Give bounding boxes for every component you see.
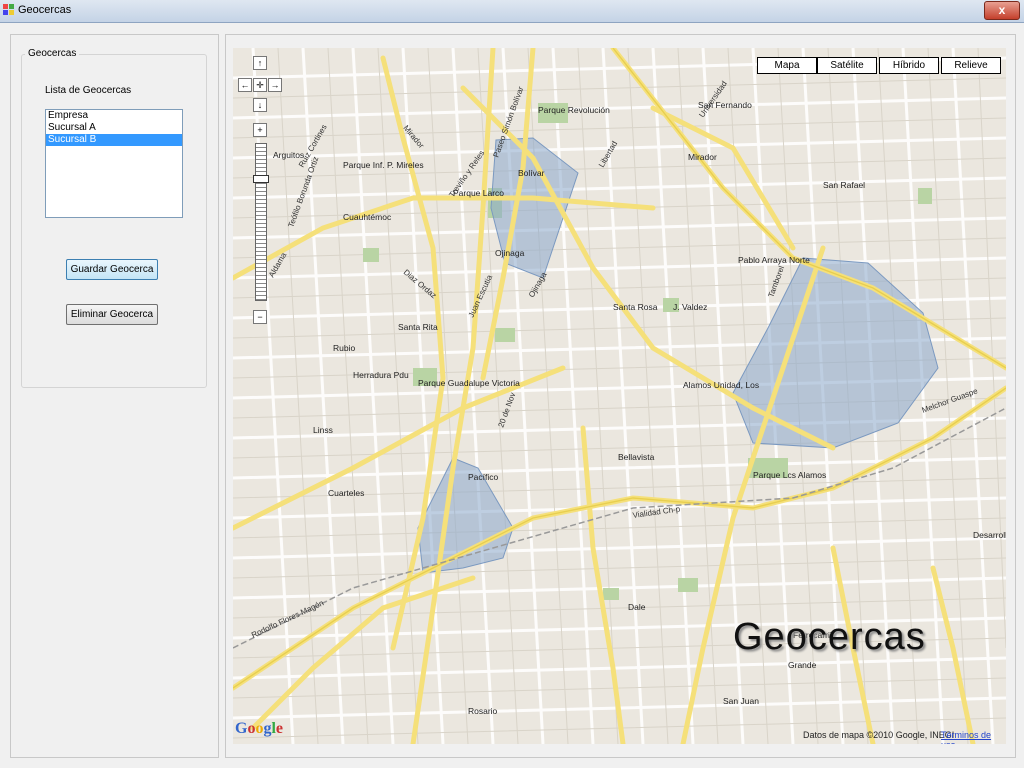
map-type-satelite-button[interactable]: Satélite xyxy=(817,57,877,74)
window-title: Geocercas xyxy=(18,4,72,16)
list-item[interactable]: Sucursal A xyxy=(46,122,182,134)
map-place-label: Mirador xyxy=(688,152,717,162)
pan-left-icon[interactable]: ← xyxy=(238,78,252,92)
map-place-label: Rosario xyxy=(468,706,498,716)
map-place-label: Parque Lcs Alamos xyxy=(753,470,826,480)
delete-geofence-button[interactable]: Eliminar Geocerca xyxy=(66,304,158,325)
terms-of-use-link[interactable]: Términos de uso xyxy=(941,730,1006,744)
map-type-mapa-button[interactable]: Mapa xyxy=(757,57,817,74)
map-place-label: Pacífico xyxy=(468,472,499,482)
map-place-label: San Juan xyxy=(723,696,759,706)
map-place-label: Santa Rita xyxy=(398,322,438,332)
window-titlebar: Geocercas x xyxy=(0,0,1024,23)
geocercas-watermark: Geocercas xyxy=(733,616,926,658)
pan-up-icon[interactable]: ↑ xyxy=(253,56,267,70)
map-place-label: Parque Revolución xyxy=(538,105,610,115)
list-item[interactable]: Empresa xyxy=(46,110,182,122)
map-place-label: J. Valdez xyxy=(673,302,707,312)
zoom-in-icon[interactable]: + xyxy=(253,123,267,137)
close-button[interactable]: x xyxy=(984,1,1020,20)
list-item-selected[interactable]: Sucursal B xyxy=(46,134,182,146)
map-place-label: Desarrollo Urbano xyxy=(973,530,1006,540)
geofence-list-label: Lista de Geocercas xyxy=(45,85,132,96)
map-place-label: Parque Inf. P. Mireles xyxy=(343,160,424,170)
zoom-out-icon[interactable]: − xyxy=(253,310,267,324)
pan-center-icon[interactable]: ✛ xyxy=(253,78,267,92)
map-place-label: San Rafael xyxy=(823,180,865,190)
map-type-hibrido-button[interactable]: Híbrido xyxy=(879,57,939,74)
map-place-label: Grande xyxy=(788,660,817,670)
map-place-label: Dale xyxy=(628,602,646,612)
map-view[interactable]: Bolívar Parque Revolución Parque Larco Ojin… xyxy=(233,48,1006,744)
map-place-label: Bolívar xyxy=(518,168,545,178)
zoom-slider-track[interactable] xyxy=(255,143,267,301)
map-copyright: Datos de mapa ©2010 Google, INEGI xyxy=(803,730,955,740)
map-place-label: Rubio xyxy=(333,343,355,353)
geocercas-groupbox xyxy=(21,54,207,388)
pan-down-icon[interactable]: ↓ xyxy=(253,98,267,112)
map-place-label: Pablo Arraya Norte xyxy=(738,255,810,265)
map-type-relieve-button[interactable]: Relieve xyxy=(941,57,1001,74)
map-place-label: Cuauhtémoc xyxy=(343,212,392,222)
close-icon: x xyxy=(998,3,1006,17)
map-place-label: Ojinaga xyxy=(495,248,525,258)
map-place-label: Parque Guadalupe Victoria xyxy=(418,378,520,388)
map-place-label: Linss xyxy=(313,425,333,435)
map-place-label: Cuarteles xyxy=(328,488,364,498)
google-logo: Google xyxy=(235,720,284,737)
map-place-label: Herradura Pdu xyxy=(353,370,409,380)
groupbox-title: Geocercas xyxy=(25,48,80,59)
pan-right-icon[interactable]: → xyxy=(268,78,282,92)
app-icon xyxy=(3,4,14,15)
map-place-label: Alamos Unidad, Los xyxy=(683,380,759,390)
save-geofence-button[interactable]: Guardar Geocerca xyxy=(66,259,158,280)
zoom-slider-thumb[interactable] xyxy=(253,175,269,183)
map-place-label: Bellavista xyxy=(618,452,655,462)
geofence-listbox[interactable]: Empresa Sucursal A Sucursal B xyxy=(45,109,183,218)
map-place-label: Santa Rosa xyxy=(613,302,658,312)
